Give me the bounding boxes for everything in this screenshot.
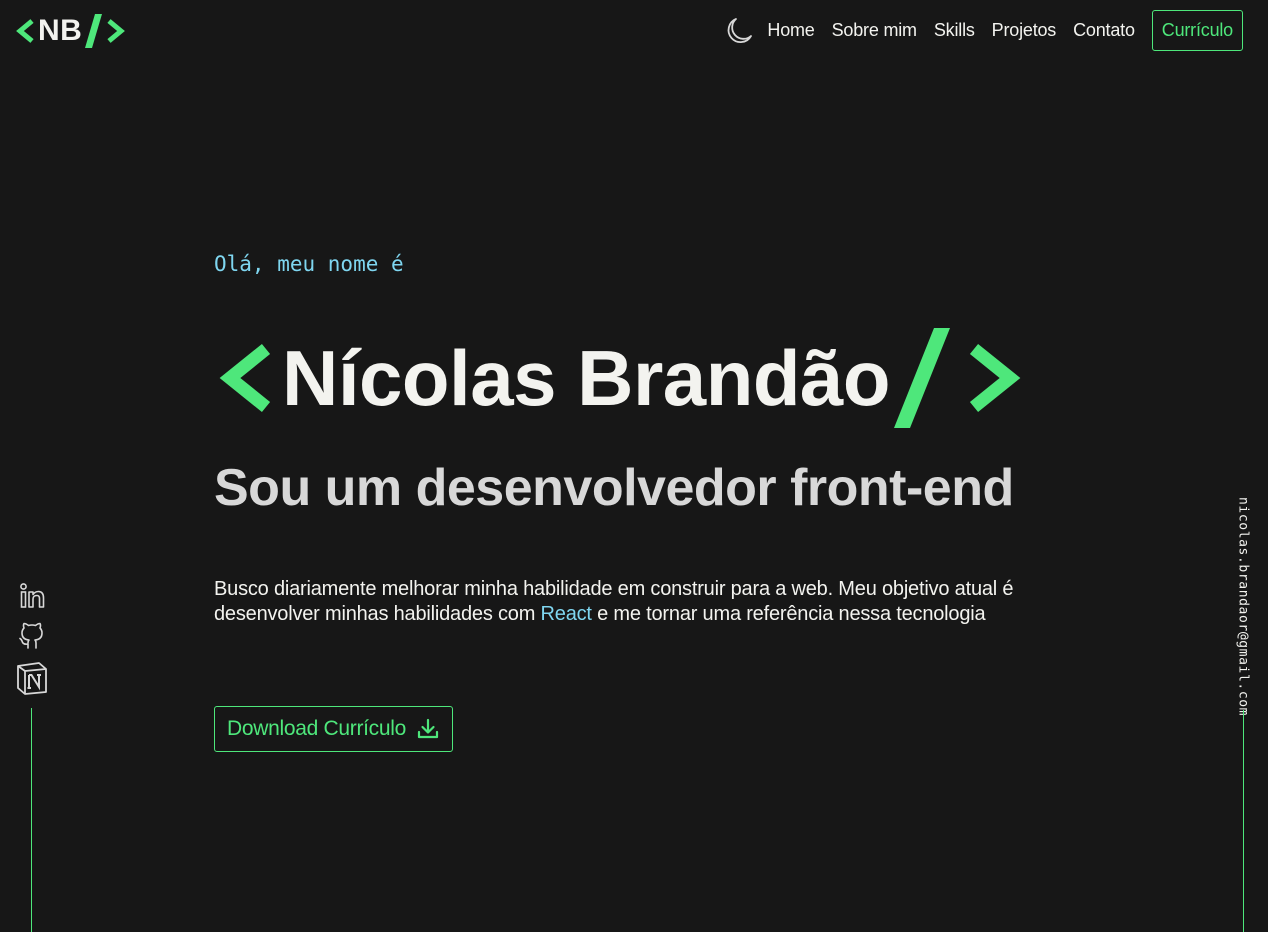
react-highlight: React [540,603,592,625]
github-icon [19,622,43,649]
nav-projetos[interactable]: Projetos [992,20,1057,41]
left-rail-line [31,708,32,932]
name-heading: Nícolas Brandão [218,320,1022,435]
bio-paragraph: Busco diariamente melhorar minha habilid… [214,577,1034,627]
nav-skills[interactable]: Skills [934,20,975,41]
chevron-left-icon [219,343,271,412]
chevron-left-icon [16,19,34,43]
email-link[interactable]: nicolas.brandaor@gmail.com [1236,497,1251,716]
logo-text: NB [38,14,83,47]
bio-text-end: e me tornar uma referência nessa tecnolo… [591,603,986,625]
right-rail-line [1243,710,1244,932]
chevron-right-icon [107,19,126,43]
tagline: Sou um desenvolvedor front-end [214,459,1014,517]
social-links [14,580,50,704]
nav-contato[interactable]: Contato [1073,20,1135,41]
logo-link[interactable]: NB [15,10,126,52]
linkedin-link[interactable] [17,580,47,612]
download-icon [417,718,439,739]
nav-home[interactable]: Home [767,20,814,41]
notion-icon [17,662,47,695]
download-resume-button[interactable]: Download Currículo [214,706,453,752]
nav-sobre-mim[interactable]: Sobre mim [832,20,917,41]
download-label: Download Currículo [226,717,407,740]
portfolio-page: NB Home Sobre mim Skills Projetos Contat… [0,0,1268,932]
greeting-text: Olá, meu nome é [214,252,404,276]
resume-button[interactable]: Currículo [1151,10,1243,51]
slash-icon [894,327,951,428]
developer-name: Nícolas Brandão [282,333,891,422]
notion-link[interactable] [15,660,49,696]
slash-icon [85,14,103,48]
moon-icon[interactable] [724,16,754,46]
chevron-right-icon [969,343,1021,412]
linkedin-icon [20,583,45,608]
github-link[interactable] [17,620,47,652]
main-nav: Home Sobre mim Skills Projetos Contato C… [724,10,1243,51]
